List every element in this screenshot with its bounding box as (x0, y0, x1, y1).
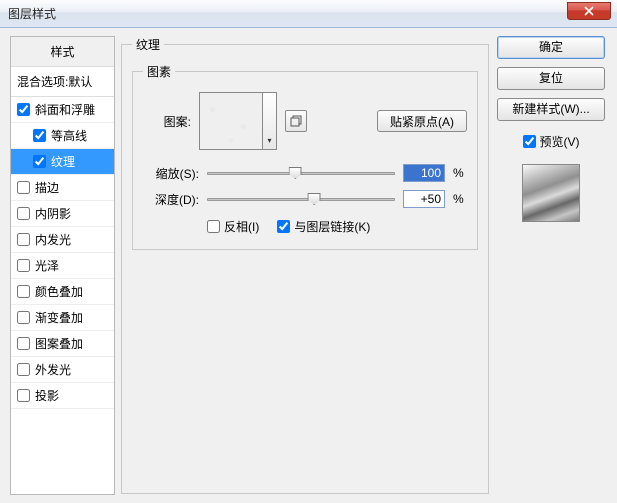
style-checkbox[interactable] (17, 233, 30, 246)
style-item-11[interactable]: 投影 (11, 383, 114, 409)
style-item-9[interactable]: 图案叠加 (11, 331, 114, 357)
style-item-2[interactable]: 纹理 (11, 149, 114, 175)
window-title: 图层样式 (8, 5, 56, 22)
invert-check[interactable]: 反相(I) (207, 218, 259, 235)
link-checkbox[interactable] (277, 220, 290, 233)
options-row: 反相(I) 与图层链接(K) (143, 218, 467, 235)
blend-options-label: 混合选项:默认 (17, 75, 92, 89)
depth-unit: % (453, 192, 467, 206)
new-style-button[interactable]: 新建样式(W)... (497, 98, 605, 121)
texture-group: 纹理 图素 图案: ▾ 贴紧原点(A) (121, 36, 489, 494)
texture-group-label: 纹理 (132, 36, 164, 53)
invert-checkbox[interactable] (207, 220, 220, 233)
style-item-0[interactable]: 斜面和浮雕 (11, 97, 114, 123)
style-checkbox[interactable] (17, 389, 30, 402)
scale-unit: % (453, 166, 467, 180)
style-label: 颜色叠加 (35, 283, 83, 300)
depth-slider[interactable] (207, 192, 395, 206)
chevron-down-icon: ▾ (267, 136, 271, 145)
style-label: 描边 (35, 179, 59, 196)
style-label: 外发光 (35, 361, 71, 378)
depth-thumb[interactable] (308, 193, 321, 205)
style-label: 纹理 (51, 153, 75, 170)
style-label: 光泽 (35, 257, 59, 274)
style-label: 投影 (35, 387, 59, 404)
style-item-7[interactable]: 颜色叠加 (11, 279, 114, 305)
close-button[interactable] (567, 2, 611, 20)
scale-input[interactable] (403, 164, 445, 182)
style-item-5[interactable]: 内发光 (11, 227, 114, 253)
preview-checkbox[interactable] (523, 135, 536, 148)
style-label: 内阴影 (35, 205, 71, 222)
preview-check[interactable]: 预览(V) (497, 133, 605, 150)
reset-button[interactable]: 复位 (497, 67, 605, 90)
dialog-body: 样式 混合选项:默认 斜面和浮雕等高线纹理描边内阴影内发光光泽颜色叠加渐变叠加图… (0, 28, 617, 503)
new-pattern-button[interactable] (285, 110, 307, 132)
style-checkbox[interactable] (17, 207, 30, 220)
new-preset-icon (290, 115, 302, 127)
style-label: 图案叠加 (35, 335, 83, 352)
style-checkbox[interactable] (17, 103, 30, 116)
style-list-header: 样式 (11, 37, 114, 67)
blend-options-row[interactable]: 混合选项:默认 (11, 67, 114, 97)
style-checkbox[interactable] (17, 285, 30, 298)
action-column: 确定 复位 新建样式(W)... 预览(V) (497, 28, 617, 503)
style-checkbox[interactable] (33, 129, 46, 142)
style-label: 内发光 (35, 231, 71, 248)
style-checkbox[interactable] (33, 155, 46, 168)
style-checkbox[interactable] (17, 311, 30, 324)
settings-panel: 纹理 图素 图案: ▾ 贴紧原点(A) (115, 28, 497, 503)
preview-thumbnail (522, 164, 580, 222)
style-item-6[interactable]: 光泽 (11, 253, 114, 279)
pattern-picker[interactable]: ▾ (199, 92, 277, 150)
style-checkbox[interactable] (17, 181, 30, 194)
depth-row: 深度(D): % (143, 190, 467, 208)
snap-origin-button[interactable]: 贴紧原点(A) (377, 110, 467, 132)
scale-row: 缩放(S): % (143, 164, 467, 182)
scale-slider[interactable] (207, 166, 395, 180)
style-checkbox[interactable] (17, 363, 30, 376)
style-item-8[interactable]: 渐变叠加 (11, 305, 114, 331)
pattern-label: 图案: (143, 113, 191, 130)
style-checkbox[interactable] (17, 337, 30, 350)
titlebar: 图层样式 (0, 0, 617, 28)
style-label: 等高线 (51, 127, 87, 144)
style-checkbox[interactable] (17, 259, 30, 272)
pattern-swatch (200, 93, 262, 149)
depth-label: 深度(D): (143, 191, 199, 208)
element-group-label: 图素 (143, 63, 175, 80)
close-icon (584, 6, 594, 16)
link-check[interactable]: 与图层链接(K) (277, 218, 370, 235)
scale-label: 缩放(S): (143, 165, 199, 182)
style-item-4[interactable]: 内阴影 (11, 201, 114, 227)
pattern-dropdown[interactable]: ▾ (262, 93, 276, 149)
depth-input[interactable] (403, 190, 445, 208)
style-label: 斜面和浮雕 (35, 101, 95, 118)
ok-button[interactable]: 确定 (497, 36, 605, 59)
style-label: 渐变叠加 (35, 309, 83, 326)
style-item-1[interactable]: 等高线 (11, 123, 114, 149)
style-item-3[interactable]: 描边 (11, 175, 114, 201)
element-group: 图素 图案: ▾ 贴紧原点(A) 缩放(S): (132, 63, 478, 250)
style-list: 样式 混合选项:默认 斜面和浮雕等高线纹理描边内阴影内发光光泽颜色叠加渐变叠加图… (10, 36, 115, 495)
scale-thumb[interactable] (289, 167, 302, 179)
pattern-row: 图案: ▾ 贴紧原点(A) (143, 92, 467, 150)
style-item-10[interactable]: 外发光 (11, 357, 114, 383)
